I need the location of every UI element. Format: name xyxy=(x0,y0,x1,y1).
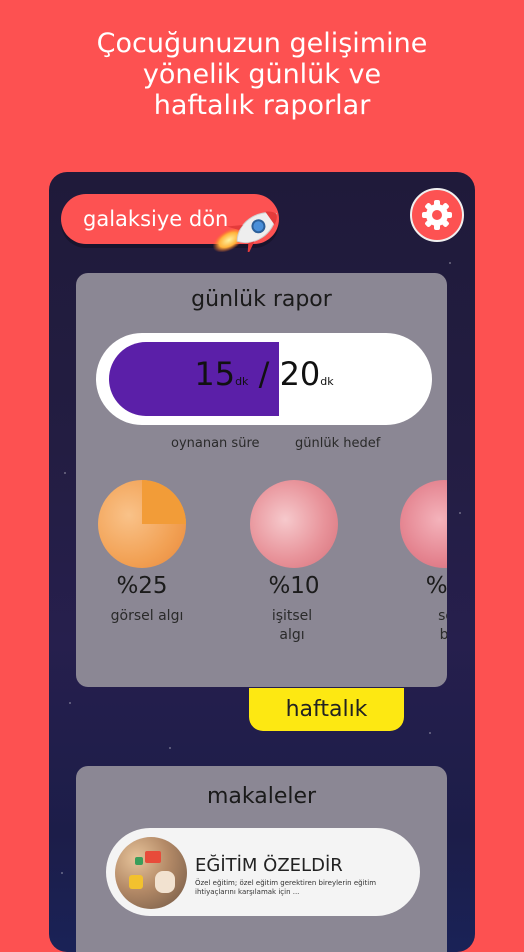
daily-report-card: günlük rapor 15dk / 20dk oynanan süre gü… xyxy=(76,273,447,687)
article-item[interactable]: EĞİTİM ÖZELDİR Özel eğitim; özel eğitim … xyxy=(106,828,420,916)
rocket-icon xyxy=(212,211,278,252)
visual-label: görsel algı xyxy=(87,607,207,626)
third-skill-label-text: sö bi xyxy=(386,607,447,645)
auditory-perception-chart xyxy=(250,480,338,568)
third-skill-chart xyxy=(400,480,447,568)
played-time-label: oynanan süre xyxy=(171,436,260,451)
auditory-label: işitsel algı xyxy=(232,607,352,645)
progress-separator: / xyxy=(258,355,270,393)
gear-icon xyxy=(422,200,452,230)
daily-goal-label: günlük hedef xyxy=(295,436,381,451)
article-description: Özel eğitim; özel eğitim gerektiren bire… xyxy=(195,879,377,896)
headline-line-1: Çocuğunuzun gelişimine xyxy=(96,28,428,59)
played-minutes: 15 xyxy=(194,355,236,393)
third-skill-label: sö bi xyxy=(386,607,447,645)
third-skill-label-line: bi xyxy=(439,627,447,643)
articles-title: makaleler xyxy=(206,784,317,809)
visual-percent: %25 xyxy=(116,573,168,599)
settings-button[interactable] xyxy=(410,188,464,242)
played-unit: dk xyxy=(235,375,249,388)
app-screen: galaksiye dön günlük rapor 15dk / 20dk o… xyxy=(49,172,475,952)
weekly-report-tab[interactable]: haftalık xyxy=(249,688,404,731)
auditory-percent: %10 xyxy=(268,573,320,599)
third-skill-label-line: sö xyxy=(438,608,447,624)
article-title: EĞİTİM ÖZELDİR xyxy=(195,855,343,876)
article-thumbnail xyxy=(115,837,187,909)
auditory-label-line: algı xyxy=(279,627,305,643)
goal-minutes: 20 xyxy=(279,355,321,393)
progress-text: 15dk / 20dk xyxy=(96,355,432,393)
goal-unit: dk xyxy=(320,375,334,388)
headline-line-2: yönelik günlük ve xyxy=(142,59,382,90)
headline: Çocuğunuzun gelişimine yönelik günlük ve… xyxy=(0,28,524,121)
third-skill-percent: %0 xyxy=(425,573,447,599)
articles-card: makaleler EĞİTİM ÖZELDİR Özel eğitim; öz… xyxy=(76,766,447,952)
headline-line-3: haftalık raporlar xyxy=(153,90,371,121)
auditory-label-line: işitsel xyxy=(271,608,313,624)
visual-perception-chart xyxy=(98,480,186,568)
daily-report-title: günlük rapor xyxy=(191,287,332,312)
auditory-label-text: işitsel algı xyxy=(232,607,352,645)
visual-label-line: görsel algı xyxy=(110,608,184,624)
daily-progress-bar: 15dk / 20dk xyxy=(96,333,432,425)
